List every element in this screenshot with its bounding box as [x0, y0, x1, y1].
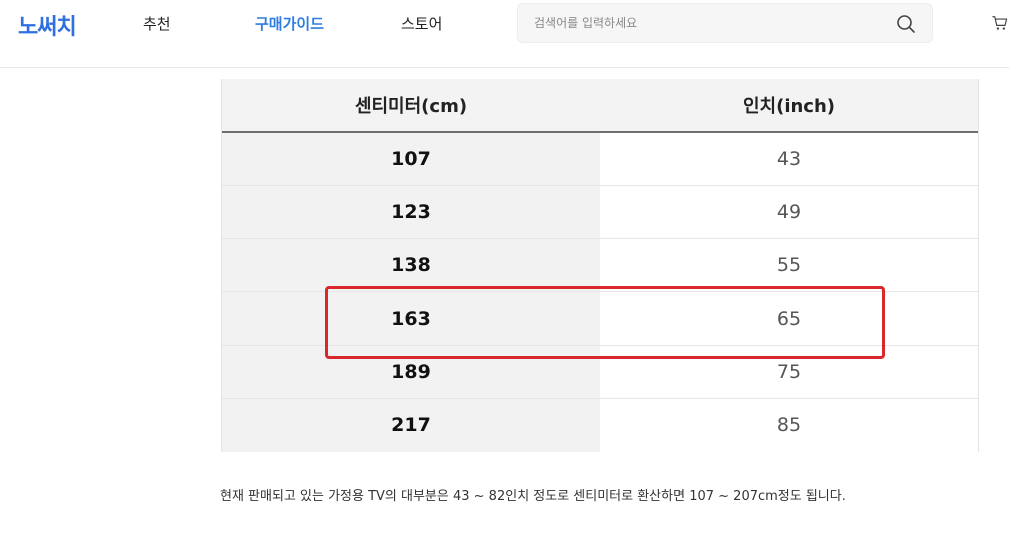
- footnote-text: 현재 판매되고 있는 가정용 TV의 대부분은 43 ~ 82인치 정도로 센티…: [220, 489, 846, 504]
- conversion-table: 센티미터(cm) 인치(inch) 107 43 123 49 138 55 1…: [222, 79, 978, 452]
- cm-cell: 189: [222, 345, 600, 399]
- cm-cell: 163: [222, 291, 600, 346]
- table-row: 163 65: [222, 291, 978, 346]
- cm-cell: 123: [222, 185, 600, 240]
- column-header-inch: 인치(inch): [600, 79, 978, 133]
- table-row: 138 55: [222, 238, 978, 293]
- cm-cell: 107: [222, 132, 600, 186]
- search-icon[interactable]: [895, 13, 917, 35]
- inch-cell: 55: [600, 238, 978, 293]
- table-row: 217 85: [222, 398, 978, 452]
- size-conversion-table: 센티미터(cm) 인치(inch) 107 43 123 49 138 55 1…: [221, 79, 979, 452]
- table-row: 107 43: [222, 132, 978, 186]
- table-row: 189 75: [222, 345, 978, 399]
- site-header: 노써치 추천 구매가이드 스토어: [0, 0, 1009, 68]
- cm-cell: 138: [222, 238, 600, 293]
- inch-cell: 43: [600, 132, 978, 186]
- inch-cell: 65: [600, 291, 978, 346]
- inch-cell: 75: [600, 345, 978, 399]
- nav-item-buying-guide[interactable]: 구매가이드: [255, 13, 324, 34]
- site-logo[interactable]: 노써치: [18, 9, 77, 41]
- nav-item-store[interactable]: 스토어: [401, 13, 442, 34]
- search-input[interactable]: [534, 13, 874, 33]
- nav-item-recommend[interactable]: 추천: [143, 13, 171, 34]
- cm-cell: 217: [222, 398, 600, 452]
- column-header-cm: 센티미터(cm): [222, 79, 600, 133]
- table-row: 123 49: [222, 185, 978, 240]
- inch-cell: 85: [600, 398, 978, 452]
- search-bar: [517, 3, 933, 43]
- inch-cell: 49: [600, 185, 978, 240]
- cart-icon[interactable]: [990, 11, 1009, 35]
- table-header-row: 센티미터(cm) 인치(inch): [222, 79, 978, 133]
